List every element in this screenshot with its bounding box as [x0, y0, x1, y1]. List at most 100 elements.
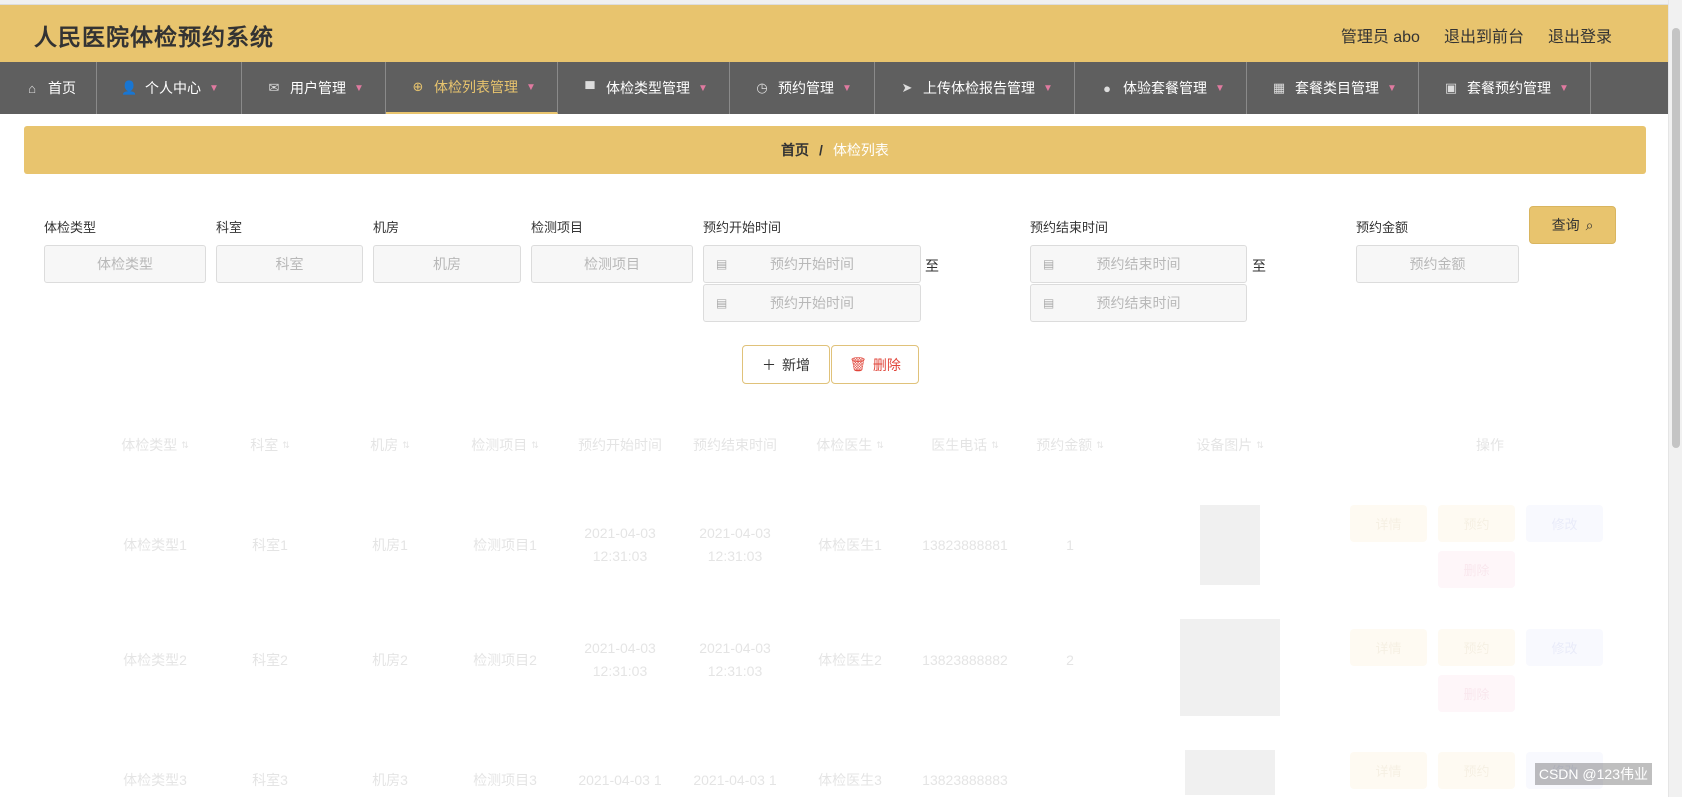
- end-time-from-placeholder: 预约结束时间: [1096, 256, 1181, 272]
- amount-filter-input[interactable]: 预约金额: [1356, 245, 1519, 283]
- end-time-from-input[interactable]: ▤ 预约结束时间: [1030, 245, 1247, 283]
- delete-button[interactable]: 🗑 删除: [831, 345, 919, 384]
- table-cell: 机房3: [372, 771, 408, 788]
- chevron-down-icon: ▼: [698, 82, 708, 94]
- nav-item-exam-type-management[interactable]: ▀ 体检类型管理 ▼: [558, 62, 730, 114]
- amount-filter-label: 预约金额: [1356, 220, 1409, 235]
- row-detail-button[interactable]: 详情: [1350, 629, 1427, 666]
- column-header-item[interactable]: 检测项目 ⇅: [450, 405, 560, 485]
- nav-item-label: 首页: [48, 80, 76, 96]
- table-cell: 13823888883: [922, 771, 1008, 788]
- table-cell: 科室3: [252, 771, 288, 788]
- nav-item-package-category-management[interactable]: ▦ 套餐类目管理 ▼: [1247, 62, 1419, 114]
- breadcrumb: 首页 / 体检列表: [24, 126, 1646, 174]
- table-cell: 体检类型2: [123, 651, 187, 668]
- nav-item-label: 用户管理: [290, 80, 346, 96]
- end-time-to-input[interactable]: ▤ 预约结束时间: [1030, 284, 1247, 322]
- row-edit-button[interactable]: 修改: [1526, 629, 1603, 666]
- room-filter-input[interactable]: 机房: [373, 245, 521, 283]
- dept-filter-input[interactable]: 科室: [216, 245, 363, 283]
- send-icon: ➤: [901, 80, 913, 95]
- nav-item-personal-center[interactable]: 👤 个人中心 ▼: [97, 62, 242, 114]
- column-header-amount[interactable]: 预约金额 ⇅: [1020, 405, 1120, 485]
- type-filter-input[interactable]: 体检类型: [44, 245, 206, 283]
- start-time-filter-label: 预约开始时间: [703, 220, 782, 235]
- nav-item-label: 体验套餐管理: [1123, 80, 1207, 96]
- column-header-phone[interactable]: 医生电话 ⇅: [910, 405, 1020, 485]
- table-cell: 2021-04-03 12:31:03: [699, 525, 771, 564]
- nav-item-label: 预约管理: [778, 80, 834, 96]
- chevron-down-icon: ▼: [1043, 82, 1053, 94]
- table-cell: 体检医生1: [818, 536, 882, 553]
- calendar-icon: ▤: [1043, 257, 1055, 271]
- column-header-doctor[interactable]: 体检医生 ⇅: [800, 405, 900, 485]
- table-cell: 2: [1066, 651, 1074, 668]
- add-button-label: 新增: [782, 356, 810, 373]
- watermark: CSDN @123伟业: [1534, 763, 1652, 785]
- row-delete-button[interactable]: 删除: [1438, 551, 1515, 588]
- column-header-start[interactable]: 预约开始时间: [570, 405, 670, 485]
- nav-item-package-management[interactable]: ● 体验套餐管理 ▼: [1075, 62, 1247, 114]
- start-time-to-input[interactable]: ▤ 预约开始时间: [703, 284, 921, 322]
- add-button[interactable]: ＋ 新增: [742, 345, 830, 384]
- item-filter-input[interactable]: 检测项目: [531, 245, 693, 283]
- nav-item-booking-management[interactable]: ◷ 预约管理 ▼: [730, 62, 875, 114]
- column-header-end[interactable]: 预约结束时间: [685, 405, 785, 485]
- back-to-front-link[interactable]: 退出到前台: [1444, 23, 1524, 47]
- room-filter-label: 机房: [373, 220, 400, 235]
- breadcrumb-home[interactable]: 首页: [781, 140, 809, 160]
- column-header-room[interactable]: 机房 ⇅: [350, 405, 430, 485]
- chevron-down-icon: ▼: [842, 82, 852, 94]
- dept-filter-label: 科室: [216, 220, 243, 235]
- column-header-type[interactable]: 体检类型 ⇅: [100, 405, 210, 485]
- nav-item-package-booking-management[interactable]: ▣ 套餐预约管理 ▼: [1419, 62, 1591, 114]
- row-book-button[interactable]: 预约: [1438, 752, 1515, 789]
- chevron-down-icon: ▼: [209, 82, 219, 94]
- row-book-button[interactable]: 预约: [1438, 629, 1515, 666]
- column-header-dept[interactable]: 科室 ⇅: [230, 405, 310, 485]
- calendar-icon: ▤: [1043, 296, 1055, 310]
- chevron-down-icon: ▼: [1387, 82, 1397, 94]
- scrollbar-thumb[interactable]: [1672, 28, 1680, 448]
- table-cell: 机房1: [372, 536, 408, 553]
- row-delete-button[interactable]: 删除: [1438, 675, 1515, 712]
- logout-link[interactable]: 退出登录: [1548, 23, 1612, 47]
- table-cell: 1: [1066, 536, 1074, 553]
- mail-icon: ✉: [268, 80, 280, 95]
- row-edit-button[interactable]: 修改: [1526, 505, 1603, 542]
- row-detail-button[interactable]: 详情: [1350, 505, 1427, 542]
- table-cell: 13823888881: [922, 536, 1008, 553]
- compass-icon: ⊕: [412, 79, 424, 94]
- nav-item-report-upload-management[interactable]: ➤ 上传体检报告管理 ▼: [875, 62, 1075, 114]
- column-header-image[interactable]: 设备图片 ⇅: [1170, 405, 1290, 485]
- device-image: [1200, 505, 1260, 585]
- table-cell: 检测项目3: [473, 771, 537, 788]
- start-time-from-input[interactable]: ▤ 预约开始时间: [703, 245, 921, 283]
- nav-item-user-management[interactable]: ✉ 用户管理 ▼: [242, 62, 386, 114]
- delete-button-label: 删除: [872, 356, 901, 373]
- table-cell: 检测项目1: [473, 536, 537, 553]
- search-icon: ⌕: [1585, 216, 1594, 233]
- breadcrumb-current: 体检列表: [832, 142, 889, 158]
- nav-item-home[interactable]: ⌂ 首页: [0, 62, 97, 114]
- image-icon: ▣: [1444, 80, 1458, 95]
- row-detail-button[interactable]: 详情: [1350, 752, 1427, 789]
- app-header: 人民医院体检预约系统 管理员 abo 退出到前台 退出登录: [0, 5, 1668, 62]
- home-icon: ⌂: [28, 80, 36, 96]
- trash-icon: 🗑: [849, 356, 867, 372]
- item-filter-label: 检测项目: [531, 220, 584, 235]
- table-cell: 检测项目2: [473, 651, 537, 668]
- table-cell: 13823888882: [922, 651, 1008, 668]
- page-scrollbar[interactable]: [1668, 0, 1682, 797]
- query-button-label: 查询: [1551, 217, 1580, 233]
- table-cell: 2021-04-03 12:31:03: [584, 640, 656, 679]
- calendar-icon: ▤: [716, 257, 728, 271]
- breadcrumb-separator: /: [819, 142, 823, 158]
- device-image: [1185, 750, 1275, 795]
- table-cell: 科室1: [252, 536, 288, 553]
- table-cell: 机房2: [372, 651, 408, 668]
- main-nav: ⌂ 首页 👤 个人中心 ▼ ✉ 用户管理 ▼ ⊕ 体检列表管理 ▼ ▀ 体检类型…: [0, 62, 1668, 114]
- query-button[interactable]: 查询 ⌕: [1529, 206, 1616, 244]
- nav-item-exam-list-management[interactable]: ⊕ 体检列表管理 ▼: [386, 62, 558, 114]
- row-book-button[interactable]: 预约: [1438, 505, 1515, 542]
